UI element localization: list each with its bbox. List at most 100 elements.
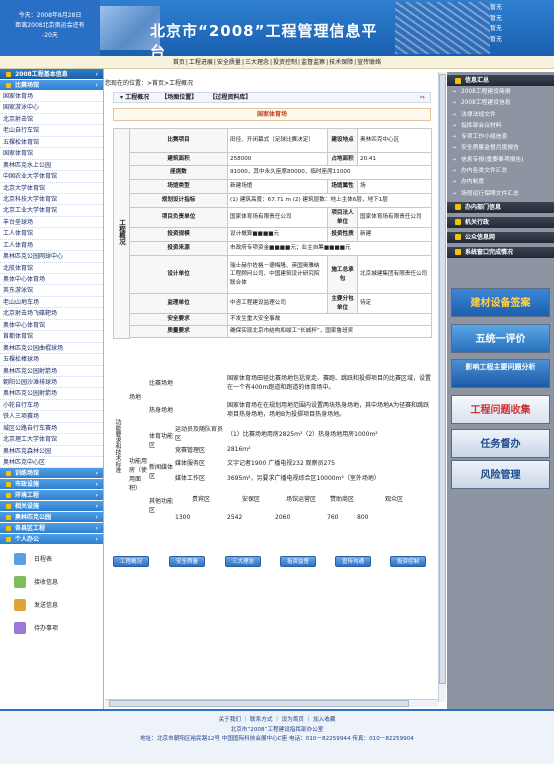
sidebar-group-item[interactable]: 相关设施 ›	[0, 501, 103, 513]
sidebar-venue-item[interactable]: 国家游泳中心	[0, 102, 103, 114]
info-summary-item[interactable]: 办内各类文件汇总	[447, 166, 554, 177]
sidebar-venue-item[interactable]: 奥林匹克公园射箭场	[0, 366, 103, 377]
info-summary-item[interactable]: 办内制度	[447, 177, 554, 188]
tool-item[interactable]: 接收信息	[0, 571, 103, 594]
tab-process-docs[interactable]: 【过程资料库】	[209, 94, 251, 101]
sidebar-venue-item[interactable]: 英东游泳馆	[0, 285, 103, 297]
label-funding-source: 投资来源	[128, 241, 229, 256]
notice-1[interactable]: 暂无	[490, 3, 550, 14]
info-summary-item[interactable]: 法律法规文件	[447, 110, 554, 121]
sidebar-venue-item[interactable]: 首都体育馆	[0, 331, 103, 343]
nav-publicity[interactable]: 宣传联络	[357, 59, 381, 66]
promo-equipment-filing[interactable]: 建材设备签案	[451, 288, 550, 317]
info-summary-item[interactable]: 指挥部会议材料	[447, 121, 554, 132]
sidebar-venue-item[interactable]: 奥林匹克水上公园	[0, 160, 103, 172]
nav-safety[interactable]: 安全质量	[217, 59, 241, 66]
sidebar-venue-item[interactable]: 奥林匹克公园射箭场	[0, 388, 103, 400]
right-head-departments[interactable]: 办内部门信息	[447, 201, 554, 213]
sidebar-venue-item[interactable]: 国家体育场	[0, 91, 103, 103]
label-seats: 座席数	[128, 165, 229, 180]
info-summary-item[interactable]: 信息专报(重要事项报告)	[447, 155, 554, 166]
right-head-public-net[interactable]: 公众信息网	[447, 231, 554, 243]
vertical-scrollbar[interactable]	[438, 72, 446, 702]
bullet-icon	[6, 482, 11, 488]
sidebar-venue-item[interactable]: 工人体育馆	[0, 228, 103, 240]
footer-address: 地址：北京市朝阳区裕民路12号 中国国际科技会展中心C座 电话：010－8225…	[140, 736, 414, 742]
right-head-admin[interactable]: 机关行政	[447, 216, 554, 228]
sidebar-venue-item[interactable]: 北京科技大学体育馆	[0, 194, 103, 206]
nav-supervision[interactable]: 监督监察	[301, 59, 325, 66]
sidebar-group-item[interactable]: 各县区工程 ›	[0, 523, 103, 535]
promo-issue-analysis[interactable]: 影响工程主要问题分析	[451, 359, 550, 388]
scroll-thumb[interactable]	[439, 74, 446, 684]
sidebar-venue-item[interactable]: 城区公路自行车赛场	[0, 423, 103, 435]
nav-concepts[interactable]: 三大理念	[245, 59, 269, 66]
info-summary-item[interactable]: 场馆运行保障文件汇总	[447, 189, 554, 200]
tool-item[interactable]: 发送信息	[0, 594, 103, 617]
notice-3[interactable]: 暂无	[490, 24, 550, 35]
sidebar-venue-item[interactable]: 奥体中心体育场	[0, 274, 103, 286]
sidebar-venue-item[interactable]: 北京理工大学体育馆	[0, 434, 103, 446]
btn-inv-control[interactable]: 投资控制	[390, 556, 426, 567]
sidebar-venue-item[interactable]: 五棵松棒球场	[0, 354, 103, 366]
nav-progress[interactable]: 工程进展	[189, 59, 213, 66]
btn-concepts[interactable]: 三大理念	[225, 556, 261, 567]
btn-overview[interactable]: 工程概况	[113, 556, 149, 567]
horizontal-scrollbar[interactable]	[105, 699, 438, 707]
notice-2[interactable]: 暂无	[490, 14, 550, 25]
tool-item[interactable]: 日程表	[0, 548, 103, 571]
sidebar-venue-item[interactable]: 奥林匹克中心区	[0, 457, 103, 469]
sidebar-head-basic-info[interactable]: 2008工程基本信息 ›	[0, 69, 103, 80]
sidebar-group-item[interactable]: 环境工程 ›	[0, 490, 103, 502]
sidebar-venue-item[interactable]: 北航体育馆	[0, 263, 103, 274]
sidebar-venue-item[interactable]: 中国农业大学体育馆	[0, 171, 103, 183]
sidebar-head-venues[interactable]: 比赛场馆 ›	[0, 80, 103, 91]
sidebar-venue-item[interactable]: 奥林匹克公园网球中心	[0, 251, 103, 263]
sidebar-group-item[interactable]: 市政设施 ›	[0, 479, 103, 491]
sidebar-venue-item[interactable]: 奥林匹克森林公园	[0, 446, 103, 457]
info-summary-item[interactable]: 2008工程建设信息	[447, 98, 554, 109]
sidebar-venue-item[interactable]: 北京射击馆	[0, 114, 103, 126]
value-athletes-area: （1）比赛场地用房2825m²（2）热身场地用房1000m²	[227, 430, 378, 438]
info-summary-item[interactable]: 2008工程建设简报	[447, 87, 554, 98]
sidebar-venue-item[interactable]: 工人体育场	[0, 240, 103, 252]
info-summary-item[interactable]: 专项工作小组信息	[447, 132, 554, 143]
sidebar-venue-item[interactable]: 北京工业大学体育馆	[0, 205, 103, 217]
btn-inv-supervision[interactable]: 投资监督	[280, 556, 316, 567]
tab-overview[interactable]: ▾ 工程概况	[120, 94, 149, 101]
promo-risk-management[interactable]: 风险管理	[451, 460, 550, 489]
sidebar-venue-item[interactable]: 北京大学体育馆	[0, 183, 103, 194]
sidebar-venue-item[interactable]: 老山山地车场	[0, 297, 103, 309]
nav-tech[interactable]: 技术保障	[329, 59, 353, 66]
sidebar-venue-item[interactable]: 五棵松体育馆	[0, 137, 103, 149]
promo-unified-eval[interactable]: 五统一评价	[451, 324, 550, 353]
sidebar-venue-item[interactable]: 国家体育馆	[0, 148, 103, 160]
tool-icon	[14, 576, 26, 589]
notice-4[interactable]: 暂无	[490, 35, 550, 46]
sidebar-venue-item[interactable]: 朝阳公园沙滩排球场	[0, 377, 103, 389]
sidebar-venue-item[interactable]: 老山自行车馆	[0, 125, 103, 137]
sidebar-venue-item[interactable]: 奥林匹克公园曲棍球场	[0, 343, 103, 355]
sidebar-venue-item[interactable]: 丰台垒球场	[0, 217, 103, 229]
btn-safety[interactable]: 安全质量	[169, 556, 205, 567]
footer-links[interactable]: 关于我们 ｜ 联系方式 ｜ 设为首页 ｜ 加入收藏	[0, 716, 554, 726]
nav-home[interactable]: 首页	[173, 59, 185, 66]
tab-site-location[interactable]: 【场图位置】	[161, 94, 197, 101]
sidebar-group-item[interactable]: 奥林匹克公园 ›	[0, 512, 103, 524]
sidebar-venue-item[interactable]: 奥体中心体育馆	[0, 320, 103, 332]
tool-item[interactable]: 待办事项	[0, 617, 103, 640]
sidebar-group-item[interactable]: 训练场馆 ›	[0, 468, 103, 480]
right-head-window-status[interactable]: 系统窗口完成情况	[447, 246, 554, 258]
sidebar-venue-item[interactable]: 小轮自行车场	[0, 400, 103, 412]
label-subcontractor: 主要分包单位	[327, 293, 359, 314]
nav-investment[interactable]: 投资控制	[273, 59, 297, 66]
btn-publicity[interactable]: 宣传沟通	[335, 556, 371, 567]
sidebar-venue-item[interactable]: 铁人三项赛场	[0, 411, 103, 423]
info-summary-item[interactable]: 安全质量监督月度报告	[447, 143, 554, 154]
right-head-info-summary[interactable]: 信息汇总	[447, 75, 554, 86]
scroll-thumb-h[interactable]	[109, 700, 409, 707]
sidebar-group-item[interactable]: 个人办公 ›	[0, 534, 103, 546]
promo-issue-collection[interactable]: 工程问题收集	[451, 395, 550, 424]
promo-task-supervision[interactable]: 任务督办	[451, 429, 550, 458]
sidebar-venue-item[interactable]: 北京射击场飞碟靶场	[0, 308, 103, 320]
